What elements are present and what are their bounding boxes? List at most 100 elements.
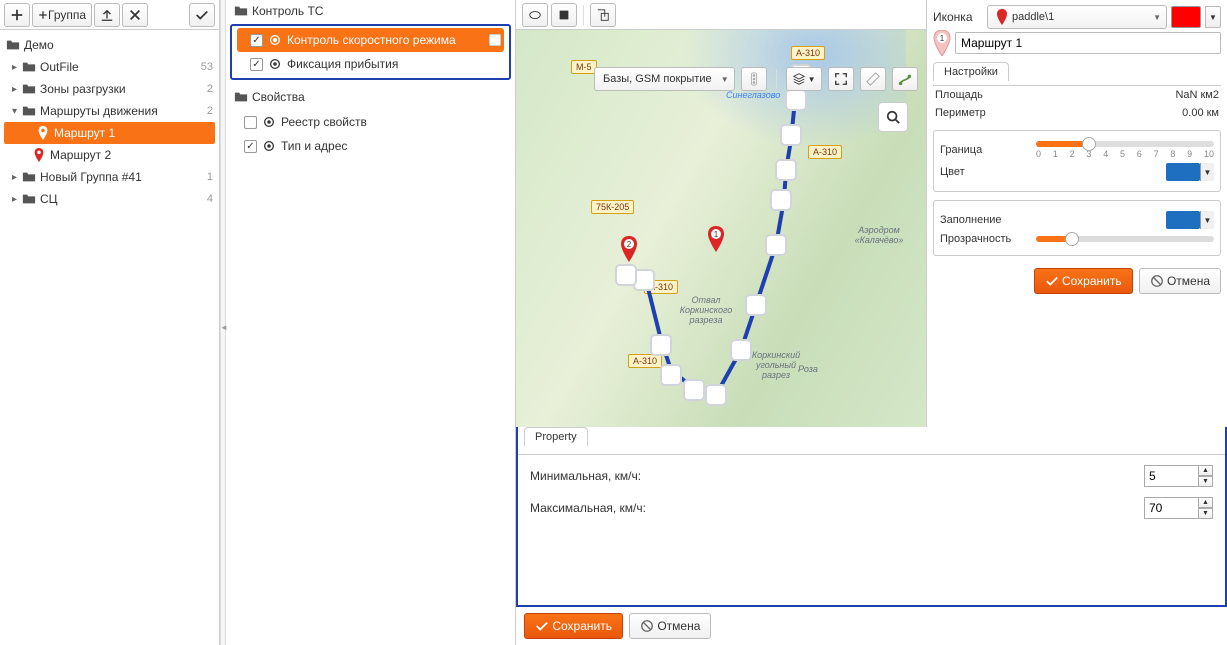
close-icon	[128, 8, 142, 22]
upload-button[interactable]	[94, 3, 120, 27]
spinner-up[interactable]: ▲	[1199, 497, 1213, 508]
folder-icon	[22, 82, 36, 96]
route-node[interactable]	[705, 384, 727, 406]
slider-ticks: 012345678910	[1036, 149, 1214, 159]
area-label: Площадь	[935, 89, 983, 101]
ruler-button[interactable]	[860, 67, 886, 91]
checkbox[interactable]	[244, 116, 257, 129]
color-dropdown[interactable]: ▼	[1205, 6, 1221, 28]
shape-polygon-button[interactable]	[590, 3, 616, 27]
checkbox[interactable]: ✓	[250, 34, 263, 47]
max-speed-input[interactable]	[1144, 497, 1199, 519]
route-button[interactable]	[892, 67, 918, 91]
map-row: Базы, GSM покрытие ▼ М-5 А-310 А-310 75К…	[516, 0, 1227, 427]
color-swatch[interactable]	[1171, 6, 1201, 28]
props-item-label: Контроль скоростного режима	[287, 33, 504, 47]
tree-item-outfile[interactable]: ▸ OutFile 53	[0, 56, 219, 78]
chevron-right-icon: ▸	[12, 172, 22, 183]
spinner-up[interactable]: ▲	[1199, 465, 1213, 476]
route-node[interactable]	[683, 379, 705, 401]
min-speed-spinner[interactable]: ▲▼	[1144, 465, 1213, 487]
traffic-button[interactable]	[741, 67, 767, 91]
fill-toggle[interactable]	[1166, 211, 1200, 229]
chevron-right-icon: ▸	[12, 194, 22, 205]
add-group-button[interactable]: Группа	[32, 3, 92, 27]
rp-save-button[interactable]: Сохранить	[1034, 268, 1133, 294]
border-slider[interactable]	[1036, 141, 1214, 147]
tree-label: Маршрут 2	[50, 148, 213, 162]
min-speed-input[interactable]	[1144, 465, 1199, 487]
tree-item-route2[interactable]: Маршрут 2	[0, 144, 219, 166]
tree-count: 1	[207, 171, 213, 183]
tab-property[interactable]: Property	[524, 427, 588, 446]
svg-text:1: 1	[940, 34, 945, 43]
gear-icon	[268, 57, 282, 71]
layers-icon	[792, 72, 806, 86]
map-search-button[interactable]	[878, 102, 908, 132]
tree-item-newgroup[interactable]: ▸ Новый Группа #41 1	[0, 166, 219, 188]
confirm-button[interactable]	[189, 3, 215, 27]
tree-item-zones[interactable]: ▸ Зоны разгрузки 2	[0, 78, 219, 100]
props-group-sv[interactable]: Свойства	[226, 86, 515, 108]
fill-dropdown[interactable]: ▼	[1200, 211, 1214, 229]
route-node[interactable]	[765, 234, 787, 256]
bottom-cancel-button[interactable]: Отмена	[629, 613, 711, 639]
property-tabs: Property	[518, 427, 1225, 455]
spinner-down[interactable]: ▼	[1199, 476, 1213, 487]
route-node[interactable]	[775, 159, 797, 181]
opacity-slider[interactable]	[1036, 236, 1214, 242]
layers-button[interactable]: ▼	[786, 67, 822, 91]
property-panel: Property Минимальная, км/ч: ▲▼ Максималь…	[516, 427, 1227, 607]
route-node[interactable]	[615, 264, 637, 286]
bottom-save-button[interactable]: Сохранить	[524, 613, 623, 639]
map-canvas[interactable]: Базы, GSM покрытие ▼ М-5 А-310 А-310 75К…	[516, 30, 926, 427]
layers-select[interactable]: Базы, GSM покрытие	[594, 67, 735, 91]
props-group-ts[interactable]: Контроль ТС	[226, 0, 515, 22]
props-item-type-address[interactable]: ✓ Тип и адрес	[226, 134, 515, 158]
route-node[interactable]	[745, 294, 767, 316]
tree-count: 53	[201, 61, 213, 73]
border-color-dropdown[interactable]: ▼	[1200, 163, 1214, 181]
fullscreen-button[interactable]	[828, 67, 854, 91]
splitter[interactable]	[220, 0, 226, 645]
route-name-input[interactable]	[955, 32, 1221, 54]
checkbox[interactable]: ✓	[250, 58, 263, 71]
tree-label: Маршрут 1	[54, 126, 209, 140]
shape-ellipse-button[interactable]	[522, 3, 548, 27]
tree-root[interactable]: Демо	[0, 34, 219, 56]
route-node[interactable]	[650, 334, 672, 356]
map-pin-2[interactable]: 2	[620, 236, 638, 265]
props-item-speed[interactable]: ✓ Контроль скоростного режима	[237, 28, 504, 52]
save-label: Сохранить	[552, 619, 612, 633]
tree-item-sc[interactable]: ▸ СЦ 4	[0, 188, 219, 210]
tree-label: OutFile	[40, 60, 197, 74]
tab-settings[interactable]: Настройки	[933, 62, 1009, 81]
route-node[interactable]	[660, 364, 682, 386]
route-node[interactable]	[730, 339, 752, 361]
chevron-right-icon: ▸	[12, 84, 22, 95]
border-color-toggle[interactable]	[1166, 163, 1200, 181]
pin-icon	[36, 126, 50, 140]
map-pin-1[interactable]: 1	[707, 226, 725, 255]
perim-value: 0.00 км	[1182, 107, 1219, 119]
delete-button[interactable]	[122, 3, 148, 27]
tree-item-route1[interactable]: Маршрут 1	[4, 122, 215, 144]
max-speed-spinner[interactable]: ▲▼	[1144, 497, 1213, 519]
add-button[interactable]	[4, 3, 30, 27]
props-item-arrival[interactable]: ✓ Фиксация прибытия	[232, 52, 509, 76]
tree-item-routes[interactable]: ▾ Маршруты движения 2	[0, 100, 219, 122]
spinner-down[interactable]: ▼	[1199, 508, 1213, 519]
checkbox[interactable]: ✓	[244, 140, 257, 153]
border-fieldset: Граница 012345678910 Цвет ▼	[933, 130, 1221, 192]
route-node[interactable]	[780, 124, 802, 146]
route-node[interactable]	[770, 189, 792, 211]
rp-cancel-button[interactable]: Отмена	[1139, 268, 1221, 294]
plus-icon	[38, 10, 48, 20]
props-item-registry[interactable]: Реестр свойств	[226, 110, 515, 134]
folder-icon	[22, 170, 36, 184]
drag-handle-icon[interactable]	[489, 34, 501, 46]
shape-rect-button[interactable]	[551, 3, 577, 27]
gear-icon	[268, 33, 282, 47]
cancel-label: Отмена	[657, 619, 700, 633]
icon-select[interactable]: paddle\1	[987, 5, 1167, 29]
